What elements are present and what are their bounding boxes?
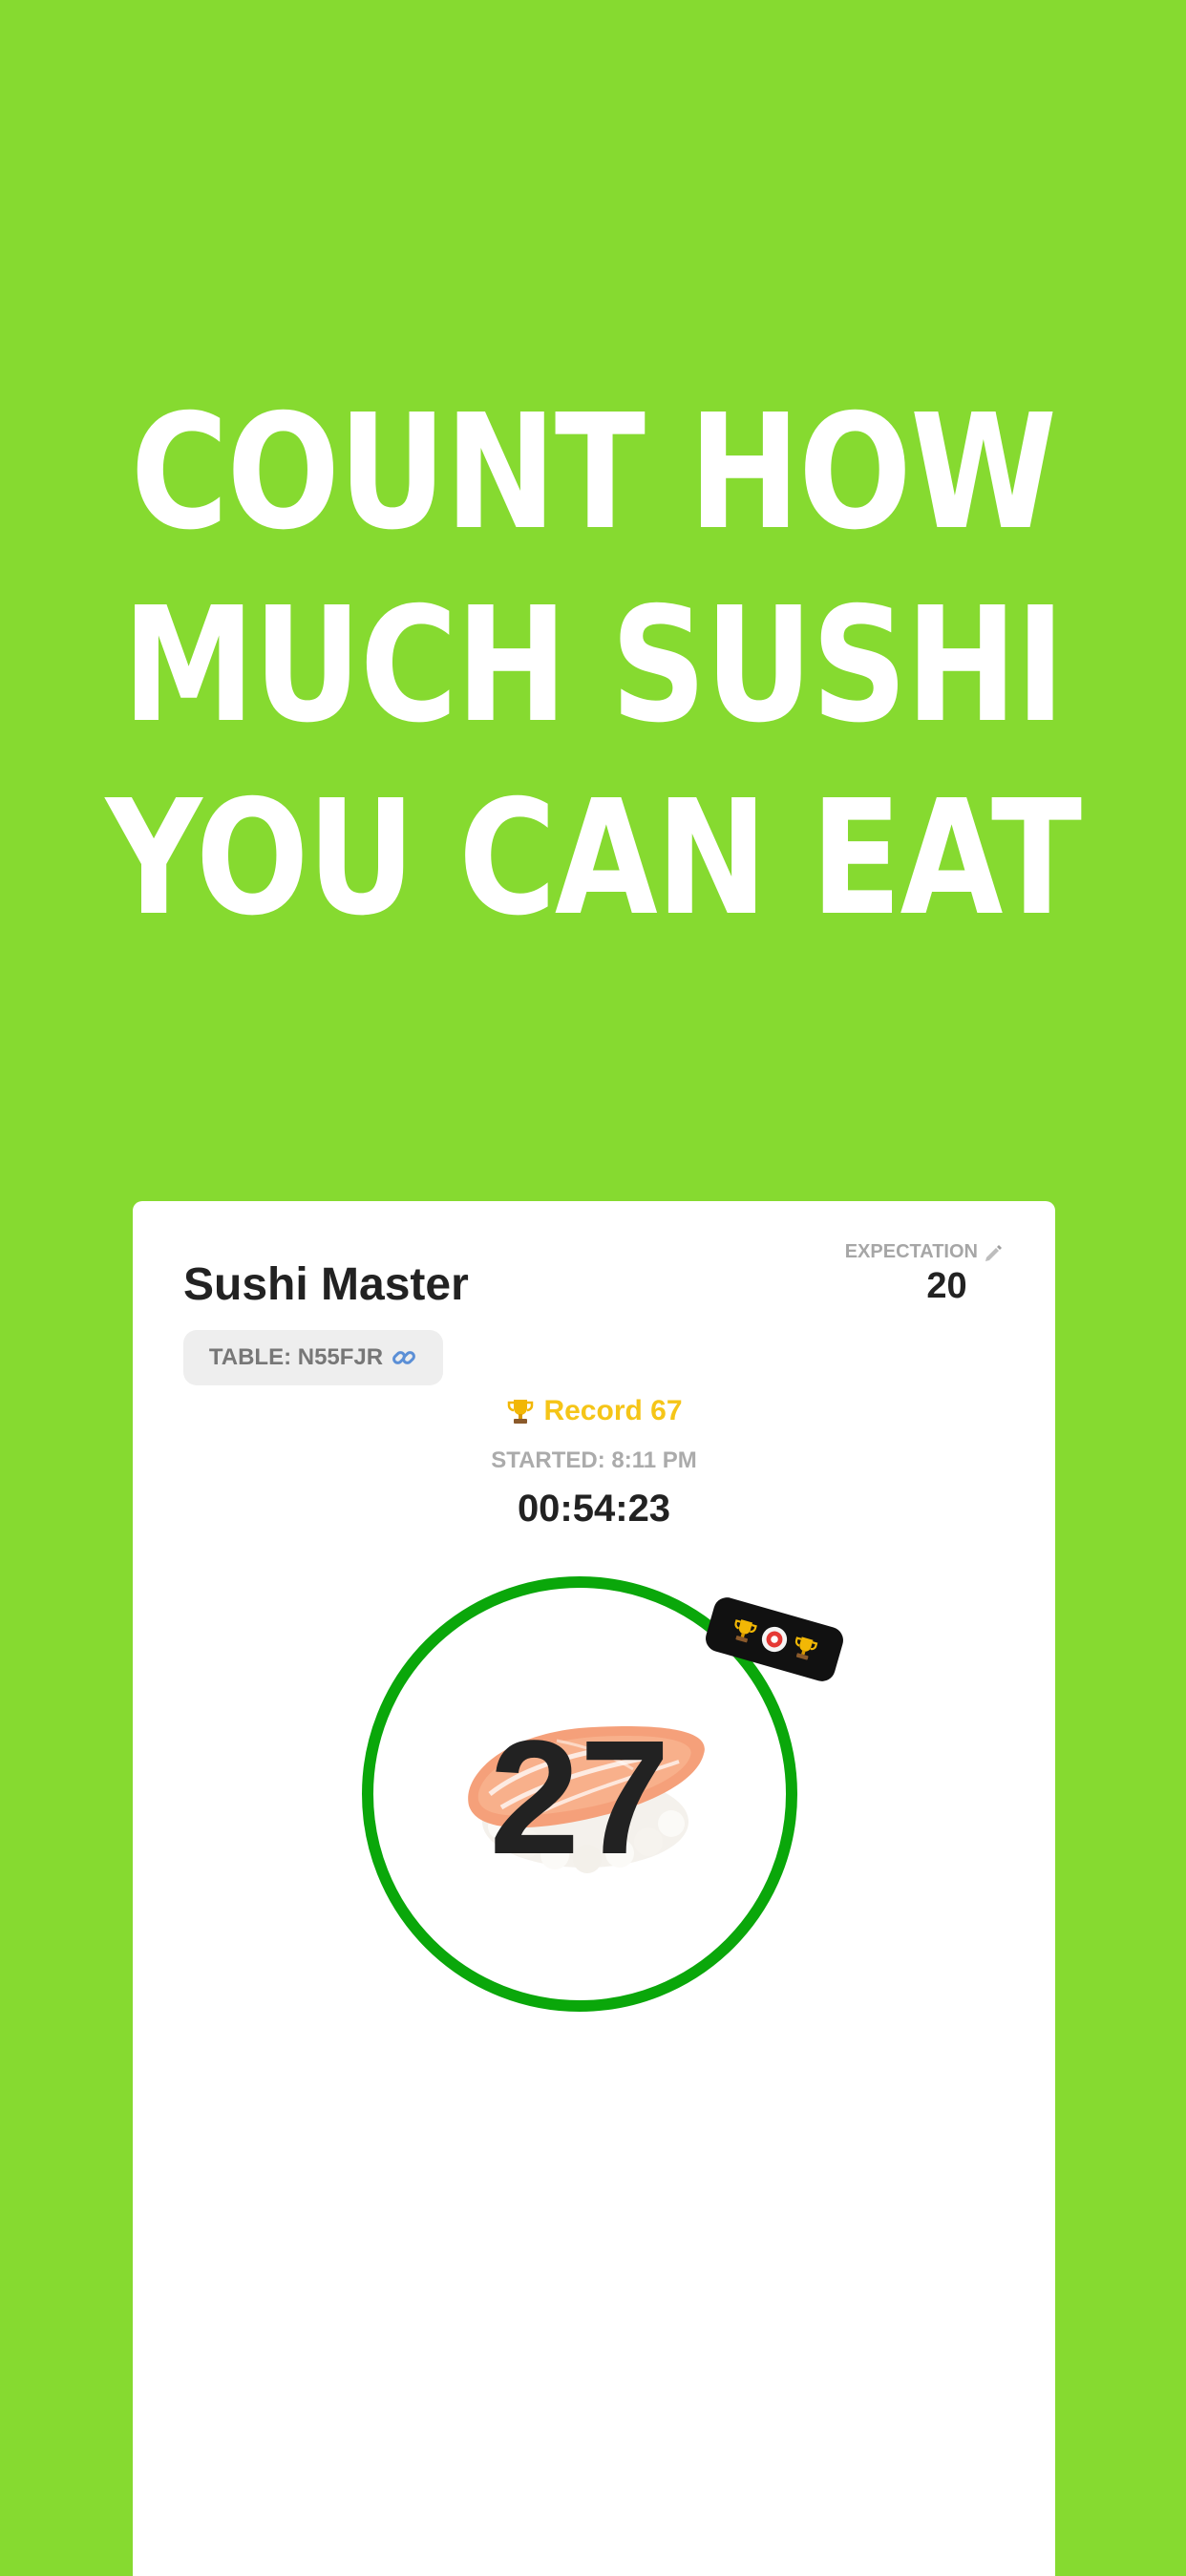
expectation-label: EXPECTATION xyxy=(844,1241,978,1262)
headline-line-3: YOU CAN EAT xyxy=(105,767,1082,951)
sushi-count: 27 xyxy=(489,1707,670,1889)
pencil-icon xyxy=(984,1243,1003,1262)
record-row: Record 67 xyxy=(133,1395,1055,1427)
table-code-chip[interactable]: TABLE: N55FJR xyxy=(183,1330,443,1385)
app-title: Sushi Master xyxy=(183,1259,469,1310)
expectation-value: 20 xyxy=(926,1266,967,1306)
elapsed-timer: 00:54:23 xyxy=(517,1488,671,1530)
sushi-icon xyxy=(761,1626,788,1653)
trophy-icon xyxy=(505,1396,536,1426)
expectation-edit-button[interactable]: EXPECTATION xyxy=(845,1241,1003,1263)
headline-line-1: COUNT HOW xyxy=(130,381,1057,565)
headline-line-2: MUCH SUSHI xyxy=(122,574,1065,758)
record-text: Record 67 xyxy=(543,1395,683,1426)
trophy-icon xyxy=(794,1636,818,1660)
link-icon xyxy=(391,1344,417,1371)
marketing-headline: COUNT HOW MUCH SUSHI YOU CAN EAT xyxy=(95,377,1091,956)
started-time: STARTED: 8:11 PM xyxy=(491,1447,697,1473)
app-screen: Sushi Master TABLE: N55FJR EXPECTATION 2… xyxy=(133,1201,1055,2576)
table-code-label: TABLE: N55FJR xyxy=(208,1344,384,1370)
trophy-icon xyxy=(734,1619,757,1643)
